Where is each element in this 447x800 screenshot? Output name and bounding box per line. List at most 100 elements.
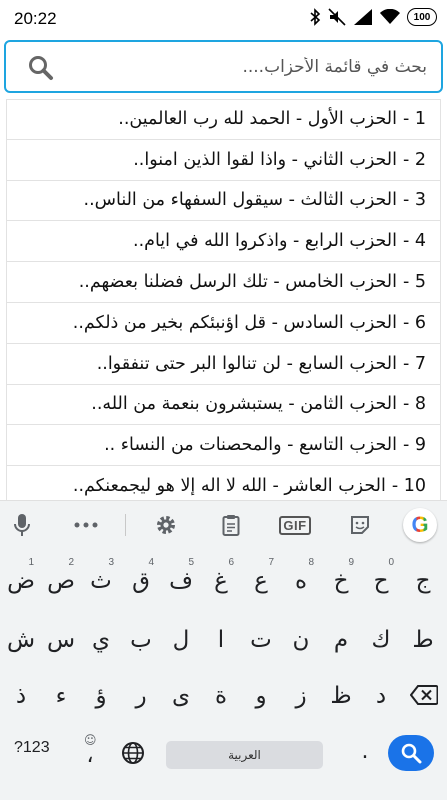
search-input[interactable] bbox=[67, 53, 427, 81]
status-time: 20:22 bbox=[14, 9, 57, 28]
item-title: الحزب السادس - قل اؤنبئكم بخير من ذلكم.. bbox=[72, 312, 397, 333]
key[interactable]: ن bbox=[281, 612, 321, 668]
mute-icon bbox=[328, 8, 346, 26]
keyboard-toolbar: GIF G bbox=[0, 501, 447, 549]
item-title: الحزب الثامن - يستبشرون بنعمة من الله.. bbox=[91, 394, 397, 415]
battery-level: 100 bbox=[413, 11, 431, 23]
item-title: الحزب الرابع - واذكروا الله في ايام.. bbox=[133, 231, 397, 252]
key[interactable]: س bbox=[41, 612, 81, 668]
item-title: الحزب الثاني - واذا لقوا الذين امنوا.. bbox=[133, 149, 397, 170]
battery-icon: 100 bbox=[407, 8, 437, 26]
on-screen-keyboard: GIF G ض1 ص2 ث3 ق4 ف5 غ6 ع7 ه8 خ9 ح0 ج ش … bbox=[0, 500, 447, 800]
key[interactable]: م bbox=[321, 612, 361, 668]
key[interactable]: ح0 bbox=[361, 553, 401, 609]
key[interactable]: ت bbox=[241, 612, 281, 668]
gif-icon[interactable]: GIF bbox=[279, 511, 311, 539]
item-number: 4 - bbox=[402, 231, 426, 252]
item-title: الحزب الخامس - تلك الرسل فضلنا بعضهم.. bbox=[78, 272, 397, 293]
item-title: الحزب التاسع - والمحصنات من النساء .. bbox=[104, 435, 397, 456]
list-item[interactable]: 2 - الحزب الثاني - واذا لقوا الذين امنوا.… bbox=[6, 139, 441, 181]
key[interactable]: د bbox=[361, 668, 401, 724]
status-icons: 100 bbox=[310, 8, 437, 26]
symbols-key[interactable]: ?123 bbox=[14, 739, 50, 757]
key[interactable]: ز bbox=[281, 668, 321, 724]
key[interactable]: ء bbox=[41, 668, 81, 724]
list-item[interactable]: 8 - الحزب الثامن - يستبشرون بنعمة من الله… bbox=[6, 384, 441, 426]
key[interactable]: ص2 bbox=[41, 553, 81, 609]
list-item[interactable]: 3 - الحزب الثالث - سيقول السفهاء من الناس… bbox=[6, 180, 441, 222]
comma-key[interactable]: ، ☺ bbox=[72, 727, 108, 783]
keyboard-row-3: ذ ء ؤ ر ى ة و ز ظ د bbox=[0, 668, 447, 724]
google-label: G bbox=[411, 512, 429, 537]
key[interactable]: ي bbox=[81, 612, 121, 668]
item-number: 8 - bbox=[402, 394, 426, 415]
sticker-icon[interactable] bbox=[347, 511, 373, 539]
bluetooth-icon bbox=[310, 8, 321, 26]
key[interactable]: ؤ bbox=[81, 668, 121, 724]
key[interactable]: ه8 bbox=[281, 553, 321, 609]
backspace-icon[interactable] bbox=[410, 685, 438, 705]
key[interactable]: ذ bbox=[1, 668, 41, 724]
key[interactable]: ط bbox=[401, 612, 445, 668]
item-title: الحزب الأول - الحمد لله رب العالمين.. bbox=[118, 109, 397, 130]
search-action-button[interactable] bbox=[388, 735, 434, 771]
list-item[interactable]: 1 - الحزب الأول - الحمد لله رب العالمين.. bbox=[6, 99, 441, 140]
search-icon bbox=[401, 743, 422, 764]
search-bar[interactable] bbox=[4, 40, 443, 93]
list-item[interactable]: 6 - الحزب السادس - قل اؤنبئكم بخير من ذلك… bbox=[6, 302, 441, 344]
clipboard-icon[interactable] bbox=[219, 511, 243, 539]
key[interactable]: ش bbox=[1, 612, 41, 668]
key[interactable]: ك bbox=[361, 612, 401, 668]
key[interactable]: ف5 bbox=[161, 553, 201, 609]
emoji-icon: ☺ bbox=[84, 733, 97, 747]
key[interactable]: ة bbox=[201, 668, 241, 724]
space-label: العربية bbox=[228, 748, 261, 762]
gif-label: GIF bbox=[279, 515, 311, 535]
list-item[interactable]: 5 - الحزب الخامس - تلك الرسل فضلنا بعضهم.… bbox=[6, 262, 441, 303]
hizb-list: 1 - الحزب الأول - الحمد لله رب العالمين..… bbox=[6, 99, 441, 500]
item-number: 9 - bbox=[402, 435, 426, 456]
key[interactable]: ث3 bbox=[81, 553, 121, 609]
key[interactable]: ض1 bbox=[1, 553, 41, 609]
toolbar-divider bbox=[125, 514, 126, 536]
key[interactable]: ل bbox=[161, 612, 201, 668]
space-bar[interactable]: العربية bbox=[166, 741, 323, 769]
item-number: 7 - bbox=[402, 353, 426, 374]
key[interactable]: و bbox=[241, 668, 281, 724]
item-number: 1 - bbox=[402, 109, 426, 130]
google-icon[interactable]: G bbox=[403, 508, 437, 542]
search-icon[interactable] bbox=[28, 55, 54, 81]
item-title: الحزب الثالث - سيقول السفهاء من الناس.. bbox=[83, 190, 397, 211]
key[interactable]: ج bbox=[401, 553, 445, 609]
wifi-icon bbox=[380, 9, 400, 24]
list-item[interactable]: 4 - الحزب الرابع - واذكروا الله في ايام.. bbox=[6, 221, 441, 263]
key[interactable]: ى bbox=[161, 668, 201, 724]
item-number: 2 - bbox=[402, 149, 426, 170]
key[interactable]: ظ bbox=[321, 668, 361, 724]
key[interactable]: ق4 bbox=[121, 553, 161, 609]
item-number: 6 - bbox=[402, 312, 426, 333]
globe-icon[interactable] bbox=[121, 741, 145, 765]
more-icon[interactable] bbox=[72, 511, 100, 539]
list-item[interactable]: 10 - الحزب العاشر - الله لا اله إلا هو لي… bbox=[6, 466, 441, 500]
mic-icon[interactable] bbox=[10, 511, 34, 539]
signal-icon bbox=[354, 9, 372, 25]
item-title: الحزب السابع - لن تنالوا البر حتى تنفقوا… bbox=[96, 353, 397, 374]
period-key[interactable]: . bbox=[350, 723, 380, 779]
keyboard-row-1: ض1 ص2 ث3 ق4 ف5 غ6 ع7 ه8 خ9 ح0 ج bbox=[0, 553, 447, 609]
key[interactable]: ا bbox=[201, 612, 241, 668]
keyboard-row-2: ش س ي ب ل ا ت ن م ك ط bbox=[0, 612, 447, 668]
item-title: الحزب العاشر - الله لا اله إلا هو ليجمعن… bbox=[72, 476, 386, 497]
item-number: 3 - bbox=[402, 190, 426, 211]
status-bar: 20:22 100 bbox=[0, 0, 447, 38]
key[interactable]: غ6 bbox=[201, 553, 241, 609]
key[interactable]: ر bbox=[121, 668, 161, 724]
list-item[interactable]: 7 - الحزب السابع - لن تنالوا البر حتى تنف… bbox=[6, 343, 441, 385]
key[interactable]: ع7 bbox=[241, 553, 281, 609]
settings-icon[interactable] bbox=[153, 511, 179, 539]
list-item[interactable]: 9 - الحزب التاسع - والمحصنات من النساء .. bbox=[6, 425, 441, 467]
item-number: 5 - bbox=[402, 272, 426, 293]
key[interactable]: ب bbox=[121, 612, 161, 668]
key[interactable]: خ9 bbox=[321, 553, 361, 609]
item-number: 10 - bbox=[391, 476, 426, 497]
